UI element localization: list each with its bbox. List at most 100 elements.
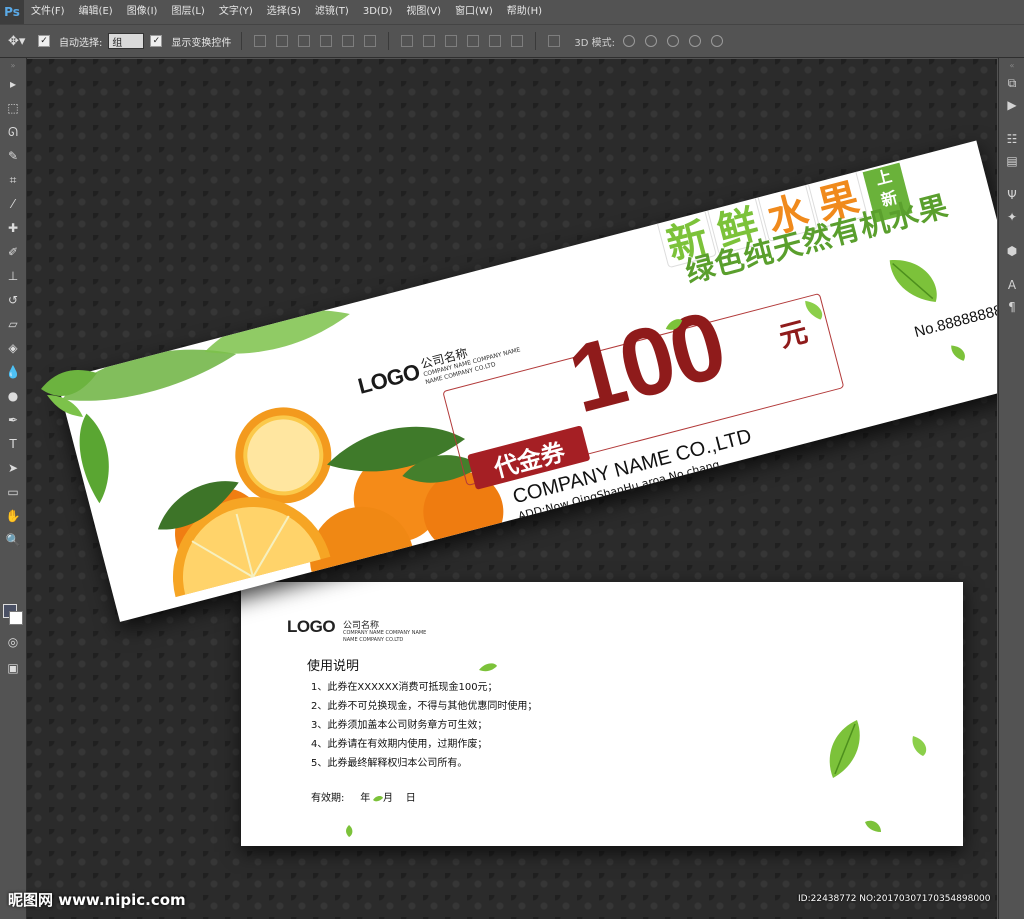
marquee-tool-icon[interactable]: ⬚ [0,96,26,120]
type-tool-icon[interactable]: T [0,432,26,456]
options-bar: ✥▾ ✓ 自动选择: 组 ✓ 显示变换控件 3D 模式: [0,24,1024,58]
blur-tool-icon[interactable]: 💧 [0,360,26,384]
align-right-icon[interactable] [364,35,377,47]
document-canvas[interactable]: LOGO 公司名称 COMPANY NAME COMPANY NAME NAME… [27,59,997,919]
leaf-decoration [951,345,965,361]
distribute-left-icon[interactable] [467,35,480,47]
quick-select-tool-icon[interactable]: ✎ [0,144,26,168]
menu-edit[interactable]: 编辑(E) [72,0,120,24]
leaf-decoration [865,820,881,832]
distribute-hcenter-icon[interactable] [489,35,502,47]
voucher-front-card: LOGO 公司名称 COMPANY NAME COMPANY NAME NAME… [57,140,997,622]
zoom-tool-icon[interactable]: 🔍 [0,528,26,552]
layer-comps-panel-icon[interactable]: ▤ [999,150,1024,172]
distribute-bottom-icon[interactable] [445,35,458,47]
separator [241,32,243,50]
back-company-name-en: COMPANY NAME COMPANY NAME NAME COMPANY C… [343,630,426,644]
usage-title: 使用说明 [307,659,360,674]
auto-select-dropdown[interactable]: 组 [108,33,145,49]
watermark-site: 昵图网 www.nipic.com [8,891,186,909]
screen-mode-icon[interactable]: ▣ [0,656,26,680]
roll-3d-icon[interactable] [645,35,657,47]
dodge-tool-icon[interactable]: ● [0,384,26,408]
drag-3d-icon[interactable] [667,35,679,47]
validity-date: 有效期: 年 月 日 [311,793,416,804]
menu-layer[interactable]: 图层(L) [164,0,211,24]
actions-panel-icon[interactable]: ▶ [999,94,1024,116]
move-tool-preset-icon[interactable]: ✥▾ [8,34,32,49]
align-hcenter-icon[interactable] [342,35,355,47]
panel-collapse-icon[interactable]: » [0,58,26,72]
leaf-decoration [373,796,383,802]
paths-panel-icon[interactable]: ✦ [999,206,1024,228]
scale-3d-icon[interactable] [711,35,723,47]
orbit-3d-icon[interactable] [623,35,635,47]
mode-3d-label: 3D 模式: [574,37,615,49]
distribute-vcenter-icon[interactable] [423,35,436,47]
pen-tool-icon[interactable]: ✒ [0,408,26,432]
path-selection-tool-icon[interactable]: ➤ [0,456,26,480]
menu-window[interactable]: 窗口(W) [448,0,500,24]
3d-panel-icon[interactable]: ⬢ [999,240,1024,262]
menu-select[interactable]: 选择(S) [260,0,308,24]
usage-rules-list: 1、此券在XXXXXX消费可抵现金100元； 2、此券不可兑换现金，不得与其他优… [311,678,537,773]
leaf-decoration [479,663,497,672]
photoshop-logo[interactable]: Ps [0,0,24,24]
character-panel-icon[interactable]: A [999,274,1024,296]
align-bottom-icon[interactable] [298,35,311,47]
usage-rule: 1、此券在XXXXXX消费可抵现金100元； [311,682,498,693]
leaf-decoration [889,260,937,302]
align-left-icon[interactable] [320,35,333,47]
healing-brush-tool-icon[interactable]: ✚ [0,216,26,240]
crop-tool-icon[interactable]: ⌗ [0,168,26,192]
leaf-cluster-decoration [41,370,97,417]
align-top-icon[interactable] [254,35,267,47]
menu-help[interactable]: 帮助(H) [500,0,549,24]
show-transform-label: 显示变换控件 [171,37,232,49]
lasso-tool-icon[interactable]: ᘏ [0,120,26,144]
panel-dock: « ⧉ ▶ ☷ ▤ Ψ ✦ ⬢ A ¶ [998,58,1024,919]
menu-image[interactable]: 图像(I) [120,0,165,24]
clone-stamp-tool-icon[interactable]: ⊥ [0,264,26,288]
leaf-decoration [346,825,353,837]
menu-file[interactable]: 文件(F) [24,0,72,24]
watermark-id: ID:22438772 NO:20170307170354898000 [798,894,991,904]
quick-mask-icon[interactable]: ◎ [0,630,26,654]
separator [388,32,390,50]
menu-type[interactable]: 文字(Y) [212,0,260,24]
auto-align-icon[interactable] [548,35,561,47]
paint-bucket-tool-icon[interactable]: ◈ [0,336,26,360]
menu-3d[interactable]: 3D(D) [356,0,400,24]
back-company-en-line: NAME COMPANY CO.LTD [343,637,404,643]
show-transform-checkbox[interactable]: ✓ [150,35,163,47]
distribute-top-icon[interactable] [401,35,414,47]
distribute-right-icon[interactable] [511,35,524,47]
auto-select-checkbox[interactable]: ✓ [38,35,50,47]
back-logo: LOGO [287,617,336,636]
menu-bar: Ps 文件(F) 编辑(E) 图像(I) 图层(L) 文字(Y) 选择(S) 滤… [0,0,1024,24]
eraser-tool-icon[interactable]: ▱ [0,312,26,336]
history-panel-icon[interactable]: ⧉ [999,72,1024,94]
channels-panel-icon[interactable]: Ψ [999,184,1024,206]
rectangle-tool-icon[interactable]: ▭ [0,480,26,504]
usage-rule: 3、此券须加盖本公司财务章方可生效； [311,720,488,731]
usage-rule: 4、此券请在有效期内使用，过期作废； [311,739,488,750]
hand-tool-icon[interactable]: ✋ [0,504,26,528]
adjustments-panel-icon[interactable]: ☷ [999,128,1024,150]
align-vcenter-icon[interactable] [276,35,289,47]
slide-3d-icon[interactable] [689,35,701,47]
eyedropper-tool-icon[interactable]: ⁄ [0,192,26,216]
menu-filter[interactable]: 滤镜(T) [308,0,356,24]
background-color-swatch[interactable] [9,611,23,625]
tools-panel: » ▸ ⬚ ᘏ ✎ ⌗ ⁄ ✚ ✐ ⊥ ↺ ▱ ◈ 💧 ● ✒ T ➤ ▭ ✋ … [0,58,27,919]
paragraph-panel-icon[interactable]: ¶ [999,296,1024,318]
voucher-back-card: LOGO 公司名称 COMPANY NAME COMPANY NAME NAME… [241,582,963,846]
menu-view[interactable]: 视图(V) [399,0,448,24]
history-brush-tool-icon[interactable]: ↺ [0,288,26,312]
move-tool-icon[interactable]: ▸ [0,72,26,96]
usage-rule: 2、此券不可兑换现金，不得与其他优惠同时使用； [311,701,538,712]
separator [535,32,537,50]
leaf-decoration [912,736,927,756]
brush-tool-icon[interactable]: ✐ [0,240,26,264]
dock-collapse-icon[interactable]: « [999,58,1024,72]
